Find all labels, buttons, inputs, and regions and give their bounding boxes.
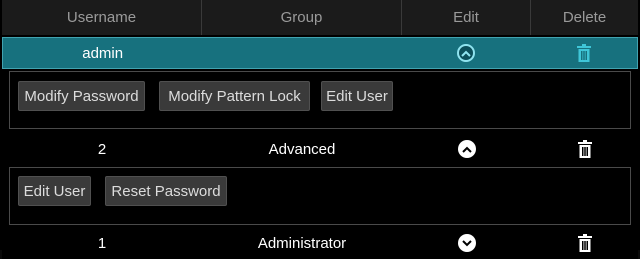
edit-user-button[interactable]: Edit User	[321, 81, 393, 111]
username-cell: 1	[97, 234, 107, 252]
delete-cell	[530, 37, 637, 69]
group-cell: Advanced	[268, 140, 336, 158]
edit-cell	[402, 133, 531, 165]
group-cell	[202, 37, 401, 69]
username-cell: 2	[97, 140, 107, 158]
delete-cell	[531, 227, 638, 259]
group-cell: Administrator	[257, 234, 347, 252]
modify-pattern-lock-button[interactable]: Modify Pattern Lock	[159, 81, 310, 111]
user-actions-panel: Edit User Reset Password	[9, 167, 631, 225]
table-row[interactable]: admin	[2, 37, 638, 69]
username-cell: admin	[82, 44, 124, 62]
table-row[interactable]: 1 Administrator	[2, 227, 638, 259]
column-header-group: Group	[202, 0, 402, 35]
delete-cell	[531, 133, 638, 165]
chevron-down-icon[interactable]	[457, 234, 476, 252]
trash-icon[interactable]	[577, 140, 592, 158]
column-header-delete: Delete	[562, 9, 607, 26]
table-header: Username Group Edit Delete	[2, 0, 638, 35]
user-actions-panel: Modify Password Modify Pattern Lock Edit…	[9, 71, 631, 129]
reset-password-button[interactable]: Reset Password	[105, 176, 227, 206]
user-table: Username Group Edit Delete admin Modify …	[0, 0, 640, 259]
edit-cell	[402, 37, 531, 69]
chevron-up-icon[interactable]	[457, 140, 476, 158]
trash-icon[interactable]	[576, 44, 591, 62]
column-header-edit: Edit	[402, 0, 531, 35]
modify-password-button[interactable]: Modify Password	[18, 81, 145, 111]
trash-icon[interactable]	[577, 234, 592, 252]
chevron-up-icon[interactable]	[457, 44, 476, 62]
column-header-username: Username	[2, 0, 202, 35]
table-row[interactable]: 2 Advanced	[2, 133, 638, 165]
edit-cell	[402, 227, 531, 259]
edit-user-button[interactable]: Edit User	[18, 176, 91, 206]
